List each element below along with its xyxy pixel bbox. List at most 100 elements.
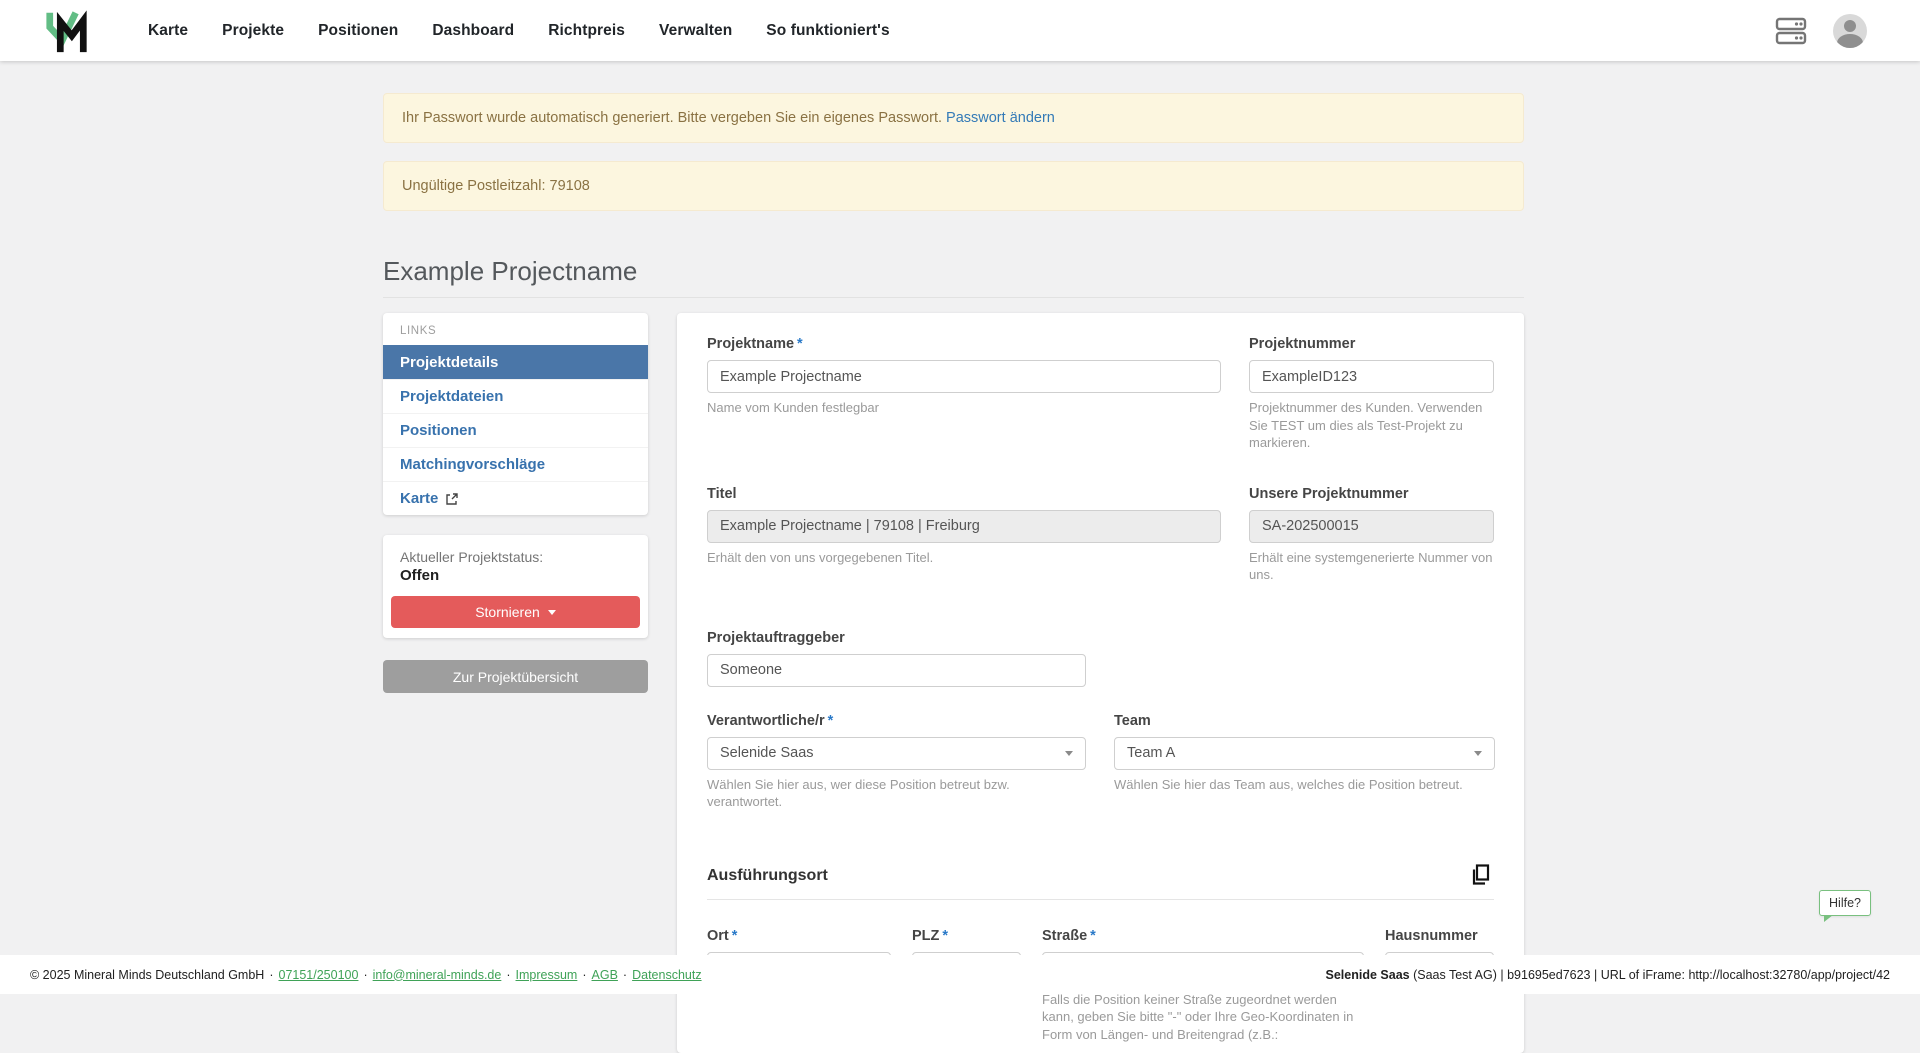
server-icon[interactable]	[1775, 16, 1807, 46]
caret-down-icon	[1065, 751, 1073, 756]
plz-label: PLZ*	[912, 928, 1021, 944]
sidebar-item-projektdetails[interactable]: Projektdetails	[383, 345, 648, 379]
projektnummer-helper: Projektnummer des Kunden. Verwenden Sie …	[1249, 399, 1494, 452]
field-titel: Titel Erhält den von uns vorgegebenen Ti…	[707, 486, 1221, 584]
footer: © 2025 Mineral Minds Deutschland GmbH · …	[0, 955, 1920, 994]
project-status-value: Offen	[391, 565, 640, 596]
projektnummer-label: Projektnummer	[1249, 336, 1494, 352]
strasse-label: Straße*	[1042, 928, 1364, 944]
sidebar-item-label: Projektdateien	[400, 388, 503, 405]
sidebar-item-matchingvorschlaege[interactable]: Matchingvorschläge	[383, 447, 648, 481]
footer-copyright: © 2025 Mineral Minds Deutschland GmbH	[30, 968, 264, 982]
field-verantwortliche: Verantwortliche/r* Selenide Saas Wählen …	[707, 713, 1086, 811]
projektnummer-input[interactable]	[1249, 360, 1494, 393]
footer-separator: ·	[363, 968, 367, 982]
required-marker: *	[942, 928, 948, 944]
titel-input	[707, 510, 1221, 543]
nav-item-positionen[interactable]: Positionen	[318, 22, 398, 40]
footer-email-link[interactable]: info@mineral-minds.de	[373, 968, 502, 982]
projektauftraggeber-input[interactable]	[707, 654, 1086, 687]
sidebar-item-label: Positionen	[400, 422, 477, 439]
links-card-header: LINKS	[383, 313, 648, 345]
footer-session-info: Selenide Saas (Saas Test AG) | b91695ed7…	[1326, 968, 1890, 982]
project-details-form: Projektname* Name vom Kunden festlegbar …	[677, 313, 1524, 1053]
projektname-helper: Name vom Kunden festlegbar	[707, 399, 1221, 417]
nav-item-verwalten[interactable]: Verwalten	[659, 22, 732, 40]
field-unsere-projektnummer: Unsere Projektnummer Erhält eine systemg…	[1249, 486, 1494, 584]
field-projektname: Projektname* Name vom Kunden festlegbar	[707, 336, 1221, 452]
nav-item-karte[interactable]: Karte	[148, 22, 188, 40]
footer-agb-link[interactable]: AGB	[592, 968, 618, 982]
footer-session-detail: (Saas Test AG) | b91695ed7623 | URL of i…	[1410, 968, 1890, 982]
plz-warning-alert: Ungültige Postleitzahl: 79108	[383, 161, 1524, 211]
field-projektnummer: Projektnummer Projektnummer des Kunden. …	[1249, 336, 1494, 452]
team-selected-value: Team A	[1127, 745, 1175, 761]
ausfuehrungsort-section-title: Ausführungsort	[707, 867, 828, 885]
nav-item-richtpreis[interactable]: Richtpreis	[548, 22, 625, 40]
projektauftraggeber-label: Projektauftraggeber	[707, 630, 1086, 646]
page-content: Ihr Passwort wurde automatisch generiert…	[383, 93, 1524, 1053]
change-password-link[interactable]: Passwort ändern	[946, 110, 1055, 126]
footer-impressum-link[interactable]: Impressum	[516, 968, 578, 982]
verantwortliche-select[interactable]: Selenide Saas	[707, 737, 1086, 770]
team-select[interactable]: Team A	[1114, 737, 1495, 770]
project-status-label: Aktueller Projektstatus:	[391, 549, 640, 565]
hausnummer-label: Hausnummer	[1385, 928, 1494, 944]
nav-item-projekte[interactable]: Projekte	[222, 22, 284, 40]
nav-item-dashboard[interactable]: Dashboard	[432, 22, 514, 40]
required-marker: *	[1090, 928, 1096, 944]
required-marker: *	[797, 336, 803, 352]
sidebar-item-projektdateien[interactable]: Projektdateien	[383, 379, 648, 413]
unsere-projektnummer-label: Unsere Projektnummer	[1249, 486, 1494, 502]
copy-icon	[1469, 863, 1493, 887]
footer-separator: ·	[269, 968, 273, 982]
ort-label: Ort*	[707, 928, 891, 944]
external-link-icon	[445, 492, 459, 506]
caret-down-icon	[548, 610, 556, 615]
projektname-input[interactable]	[707, 360, 1221, 393]
unsere-projektnummer-input	[1249, 510, 1494, 543]
main-nav: Karte Projekte Positionen Dashboard Rich…	[148, 22, 890, 40]
nav-item-so-funktionierts[interactable]: So funktioniert's	[766, 22, 889, 40]
verantwortliche-selected-value: Selenide Saas	[720, 745, 814, 761]
strasse-helper: Falls die Position keiner Straße zugeord…	[1042, 991, 1364, 1044]
footer-separator: ·	[582, 968, 586, 982]
section-divider	[707, 899, 1494, 900]
sidebar-item-positionen[interactable]: Positionen	[383, 413, 648, 447]
titel-label: Titel	[707, 486, 1221, 502]
mineral-minds-logo-icon[interactable]	[44, 8, 90, 54]
help-button[interactable]: Hilfe?	[1819, 890, 1871, 916]
footer-phone-link[interactable]: 07151/250100	[279, 968, 359, 982]
user-avatar[interactable]	[1833, 14, 1867, 48]
cancel-project-button-label: Stornieren	[475, 604, 540, 620]
copy-location-button[interactable]	[1468, 863, 1494, 889]
title-divider	[383, 297, 1524, 298]
required-marker: *	[828, 713, 834, 729]
footer-separator: ·	[506, 968, 510, 982]
titel-helper: Erhält den von uns vorgegebenen Titel.	[707, 549, 1221, 567]
sidebar: LINKS Projektdetails Projektdateien Posi…	[383, 313, 648, 693]
verantwortliche-label: Verantwortliche/r*	[707, 713, 1086, 729]
cancel-project-button[interactable]: Stornieren	[391, 596, 640, 628]
unsere-projektnummer-helper: Erhält eine systemgenerierte Nummer von …	[1249, 549, 1494, 584]
project-overview-button[interactable]: Zur Projektübersicht	[383, 660, 648, 693]
team-label: Team	[1114, 713, 1495, 729]
sidebar-item-karte[interactable]: Karte	[383, 481, 648, 515]
caret-down-icon	[1474, 751, 1482, 756]
required-marker: *	[732, 928, 738, 944]
footer-separator: ·	[623, 968, 627, 982]
sidebar-item-label: Projektdetails	[400, 354, 498, 371]
avatar-head	[1844, 20, 1856, 32]
plz-warning-text: Ungültige Postleitzahl: 79108	[402, 178, 590, 194]
field-projektauftraggeber: Projektauftraggeber	[707, 630, 1086, 687]
links-card: LINKS Projektdetails Projektdateien Posi…	[383, 313, 648, 515]
verantwortliche-helper: Wählen Sie hier aus, wer diese Position …	[707, 776, 1086, 811]
footer-datenschutz-link[interactable]: Datenschutz	[632, 968, 701, 982]
projektname-label: Projektname*	[707, 336, 1221, 352]
project-status-card: Aktueller Projektstatus: Offen Storniere…	[383, 535, 648, 638]
password-warning-text: Ihr Passwort wurde automatisch generiert…	[402, 110, 942, 126]
password-warning-alert: Ihr Passwort wurde automatisch generiert…	[383, 93, 1524, 143]
navbar: Karte Projekte Positionen Dashboard Rich…	[0, 0, 1920, 61]
sidebar-item-label: Karte	[400, 490, 438, 507]
footer-user-name: Selenide Saas	[1326, 968, 1410, 982]
